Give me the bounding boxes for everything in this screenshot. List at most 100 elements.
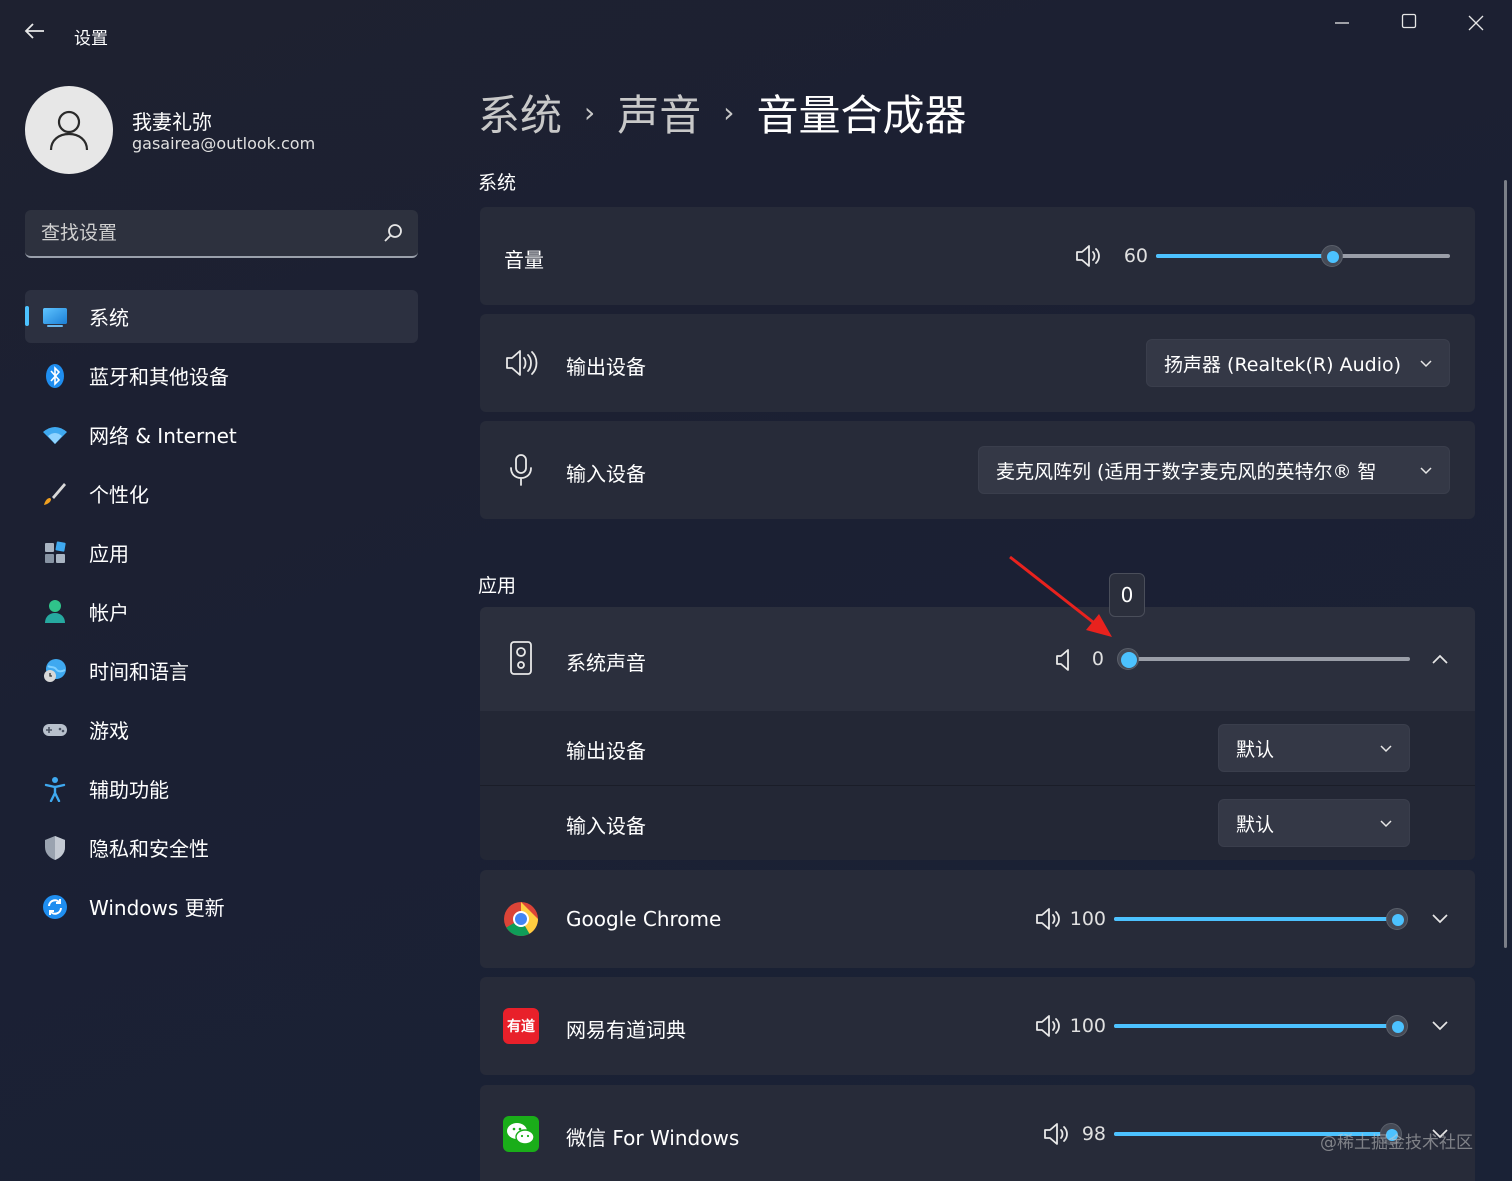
section-title-apps: 应用 (478, 575, 517, 597)
input-device-label: 输入设备 (566, 462, 646, 486)
app-volume-slider[interactable] (1114, 908, 1408, 930)
sidebar-item-label: 辅助功能 (89, 778, 169, 802)
section-title-system: 系统 (478, 172, 517, 194)
speaker-icon[interactable] (1034, 906, 1064, 932)
sidebar-item-bluetooth[interactable]: 蓝牙和其他设备 (25, 349, 418, 402)
maximize-button[interactable] (1389, 8, 1429, 40)
sidebar-item-label: 蓝牙和其他设备 (89, 365, 229, 389)
system-sounds-input-dropdown[interactable]: 默认 (1218, 799, 1410, 847)
back-arrow-icon[interactable] (20, 20, 50, 50)
input-device-card: 输入设备 麦克风阵列 (适用于数字麦克风的英特尔® 智 (480, 421, 1475, 519)
window-title: 设置 (74, 29, 108, 49)
accessibility-icon (41, 775, 69, 803)
sidebar-item-time-language[interactable]: 时间和语言 (25, 644, 418, 697)
breadcrumb-sound[interactable]: 声音 (617, 82, 701, 143)
account-icon (41, 598, 69, 626)
app-volume-value: 100 (1069, 1015, 1106, 1037)
chevron-down-icon (1363, 818, 1409, 828)
speaker-icon[interactable] (1034, 1013, 1064, 1039)
output-device-label: 输出设备 (566, 739, 646, 763)
sidebar-item-privacy[interactable]: 隐私和安全性 (25, 821, 418, 874)
system-sounds-output-dropdown[interactable]: 默认 (1218, 724, 1410, 772)
sidebar-item-windows-update[interactable]: Windows 更新 (25, 880, 418, 933)
chevron-down-icon (1403, 358, 1449, 368)
close-button[interactable] (1456, 8, 1496, 40)
sidebar-item-accessibility[interactable]: 辅助功能 (25, 762, 418, 815)
dropdown-value: 扬声器 (Realtek(R) Audio) (1164, 353, 1402, 376)
chevron-down-icon[interactable] (1425, 1011, 1455, 1041)
search-box[interactable] (25, 210, 418, 258)
chevron-down-icon (1403, 465, 1449, 475)
volume-label: 音量 (504, 248, 544, 272)
shield-icon (41, 834, 69, 862)
monitor-icon (41, 303, 69, 331)
user-email: gasairea@outlook.com (132, 134, 316, 153)
breadcrumb-separator: › (584, 95, 596, 129)
minimize-button[interactable] (1322, 8, 1362, 40)
volume-value: 60 (1123, 245, 1148, 267)
sidebar-item-label: 帐户 (89, 601, 129, 625)
app-volume-value: 98 (1081, 1123, 1106, 1145)
master-volume-card: 音量 60 (480, 207, 1475, 305)
watermark: @稀土掘金技术社区 (1320, 1133, 1473, 1153)
master-volume-slider[interactable] (1156, 245, 1450, 267)
chevron-down-icon[interactable] (1425, 904, 1455, 934)
system-sounds-card: 系统声音 0 (480, 607, 1475, 711)
app-volume-row: 有道 网易有道词典 100 (480, 977, 1475, 1075)
sidebar-item-gaming[interactable]: 游戏 (25, 703, 418, 756)
app-volume-value: 100 (1069, 908, 1106, 930)
search-input[interactable] (25, 210, 365, 256)
output-device-dropdown[interactable]: 扬声器 (Realtek(R) Audio) (1146, 339, 1450, 387)
system-sounds-output-row: 输出设备 默认 (480, 711, 1475, 785)
scrollbar[interactable] (1504, 180, 1507, 948)
sidebar-item-label: Windows 更新 (89, 896, 225, 920)
app-name: 微信 For Windows (566, 1126, 740, 1150)
sidebar-item-personalization[interactable]: 个性化 (25, 467, 418, 520)
apps-icon (41, 539, 69, 567)
output-device-card: 输出设备 扬声器 (Realtek(R) Audio) (480, 314, 1475, 412)
slider-fill (1156, 254, 1333, 258)
sidebar-item-accounts[interactable]: 帐户 (25, 585, 418, 638)
sidebar-item-label: 时间和语言 (89, 660, 189, 684)
slider-fill (1114, 917, 1397, 921)
system-sounds-value: 0 (1091, 648, 1104, 670)
sidebar-item-apps[interactable]: 应用 (25, 526, 418, 579)
system-sounds-slider[interactable] (1117, 648, 1410, 670)
slider-thumb[interactable] (1386, 908, 1408, 930)
sidebar-nav: 系统 蓝牙和其他设备 网络 & Internet 个性化 应用 帐户 时间和语言… (25, 290, 418, 939)
sidebar-item-label: 游戏 (89, 719, 129, 743)
sidebar-item-label: 系统 (89, 306, 129, 330)
wifi-icon (41, 421, 69, 449)
speaker-icon[interactable] (1074, 243, 1104, 269)
chevron-up-icon[interactable] (1425, 644, 1455, 674)
breadcrumb-system[interactable]: 系统 (478, 82, 562, 143)
chevron-down-icon (1363, 743, 1409, 753)
slider-tooltip: 0 (1109, 573, 1145, 617)
sidebar-item-system[interactable]: 系统 (25, 290, 418, 343)
app-volume-slider[interactable] (1114, 1015, 1408, 1037)
slider-fill (1114, 1024, 1397, 1028)
youdao-icon: 有道 (503, 1008, 539, 1044)
sidebar-item-label: 网络 & Internet (89, 424, 237, 448)
update-icon (41, 893, 69, 921)
slider-thumb[interactable] (1321, 245, 1344, 267)
app-name: 网易有道词典 (566, 1018, 686, 1042)
page-title: 音量合成器 (756, 90, 967, 140)
sidebar-item-label: 隐私和安全性 (89, 837, 209, 861)
avatar[interactable] (25, 86, 113, 174)
search-icon[interactable] (382, 222, 404, 244)
app-volume-row: Google Chrome 100 (480, 870, 1475, 968)
slider-thumb[interactable] (1386, 1015, 1408, 1037)
dropdown-value: 麦克风阵列 (适用于数字麦克风的英特尔® 智 (996, 460, 1377, 483)
input-device-dropdown[interactable]: 麦克风阵列 (适用于数字麦克风的英特尔® 智 (978, 446, 1450, 494)
breadcrumb: 系统 › 声音 › 音量合成器 (478, 80, 966, 144)
gamepad-icon (41, 716, 69, 744)
microphone-icon (510, 454, 532, 486)
sidebar-item-network[interactable]: 网络 & Internet (25, 408, 418, 461)
slider-thumb[interactable] (1117, 648, 1139, 670)
speaker-icon[interactable] (1042, 1121, 1072, 1147)
globe-clock-icon (41, 657, 69, 685)
app-name: Google Chrome (566, 907, 722, 931)
slider-track (1128, 657, 1410, 661)
dropdown-value: 默认 (1236, 738, 1275, 761)
